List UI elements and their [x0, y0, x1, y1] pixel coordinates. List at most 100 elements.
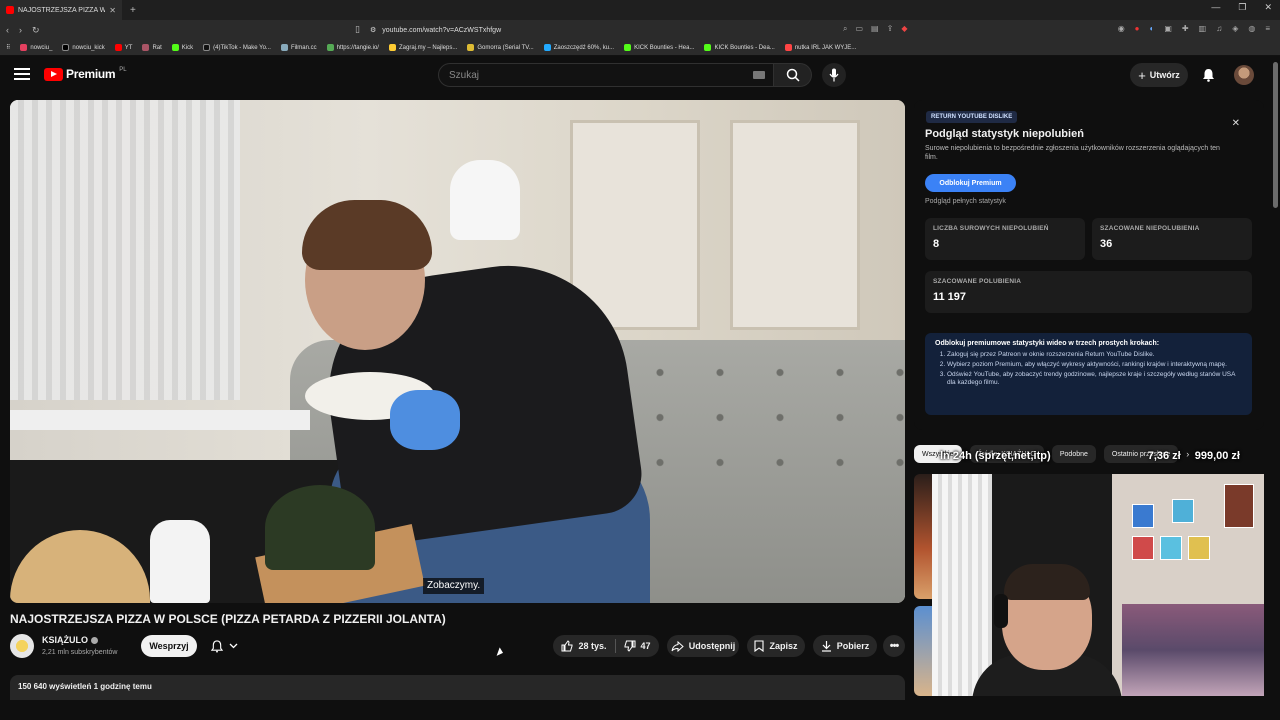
- description-box[interactable]: 150 640 wyświetleń 1 godzinę temu: [10, 675, 905, 700]
- screenshot-icon[interactable]: ▭: [855, 24, 863, 34]
- browser-tab-bar: NAJOSTRZEJSZA PIZZA W PO ✕ + — ❐ ✕: [0, 0, 1280, 20]
- create-button[interactable]: + Utwórz: [1130, 63, 1188, 87]
- webcam-person-hair: [1004, 564, 1090, 600]
- like-dislike-group: 28 tys. 47: [553, 635, 659, 657]
- like-button[interactable]: 28 tys.: [561, 640, 607, 652]
- webcam-painting: [1172, 499, 1194, 523]
- share-page-icon[interactable]: ⇪: [887, 24, 894, 34]
- wallet-icon[interactable]: ◈: [1232, 24, 1238, 33]
- verified-icon: [91, 636, 98, 644]
- unlock-premium-button[interactable]: Odblokuj Premium: [925, 174, 1016, 192]
- sidebar-icon[interactable]: ▥: [1199, 24, 1207, 33]
- bookmark-item[interactable]: Zagraj.my – Najleps...: [388, 44, 457, 51]
- bookmark-item[interactable]: Zaoszczędź 60%, ku...: [543, 44, 614, 51]
- video-player[interactable]: [10, 100, 905, 603]
- bookmark-item[interactable]: https://tangie.io/: [326, 44, 379, 51]
- extension-icon[interactable]: ◉: [1118, 24, 1125, 33]
- bookmark-item[interactable]: Gomorra (Serial TV...: [467, 44, 534, 51]
- restore-icon[interactable]: ❐: [1238, 2, 1246, 13]
- more-actions-button[interactable]: •••: [883, 635, 905, 657]
- bookmark-favicon-icon: [467, 44, 475, 51]
- video-frame-table: [10, 410, 310, 430]
- video-frame-glove: [390, 390, 460, 450]
- extension-icon[interactable]: ◐: [1150, 24, 1155, 33]
- dislike-button[interactable]: 47: [624, 640, 651, 652]
- bookmark-favicon-icon: [280, 44, 288, 51]
- subscription-notifications-button[interactable]: [203, 635, 245, 657]
- search-button[interactable]: [774, 63, 812, 87]
- reload-icon[interactable]: ↻: [32, 25, 40, 36]
- close-icon[interactable]: ✕: [1232, 118, 1240, 129]
- menu-icon[interactable]: [14, 68, 30, 80]
- bookmark-item[interactable]: Filman.cc: [280, 44, 317, 51]
- ryd-steps-box: Odblokuj premiumowe statystyki wideo w t…: [925, 333, 1252, 415]
- menu-icon[interactable]: ≡: [1265, 24, 1270, 33]
- browser-tab[interactable]: NAJOSTRZEJSZA PIZZA W PO ✕: [0, 0, 122, 20]
- step-item: Zaloguj się przez Patreon w oknie rozsze…: [947, 351, 1242, 359]
- download-icon: [821, 641, 831, 652]
- bookmark-favicon-icon: [142, 44, 150, 51]
- overlay-goal-target: 999,00 zł: [1194, 450, 1240, 462]
- channel-name[interactable]: KSIĄŻULO: [42, 635, 98, 645]
- youtube-logo-icon: [44, 67, 63, 81]
- vpn-icon[interactable]: ◍: [1248, 24, 1255, 33]
- close-window-icon[interactable]: ✕: [1264, 2, 1272, 13]
- youtube-premium-logo[interactable]: Premium PL: [44, 67, 127, 81]
- share-button[interactable]: Udostępnij: [667, 635, 739, 657]
- video-frame-can: [265, 485, 375, 570]
- headset-icon: [994, 594, 1008, 628]
- save-button[interactable]: Zapisz: [747, 635, 805, 657]
- bookmark-item[interactable]: KICK Bounties - Hea...: [624, 44, 694, 51]
- bookmark-item[interactable]: Kick: [171, 44, 193, 51]
- site-info-icon[interactable]: ⚙: [370, 26, 376, 34]
- bookmark-item[interactable]: nowciu_: [20, 44, 52, 51]
- microphone-icon: [829, 68, 839, 82]
- zoom-icon[interactable]: ⌕: [843, 24, 847, 34]
- minimize-icon[interactable]: —: [1211, 2, 1220, 13]
- page-scrollbar[interactable]: [1273, 62, 1278, 208]
- recommended-video-thumbnail[interactable]: [914, 606, 934, 696]
- recommended-video-thumbnail[interactable]: [914, 474, 934, 599]
- new-tab-button[interactable]: +: [122, 5, 144, 16]
- ryd-description: Surowe niepolubienia to bezpośrednie zgł…: [925, 145, 1220, 161]
- puzzle-icon[interactable]: ✚: [1182, 24, 1189, 33]
- bell-icon: [210, 639, 223, 652]
- bookmark-item[interactable]: YT: [114, 44, 132, 51]
- extension-icon[interactable]: ●: [1135, 24, 1140, 33]
- support-button[interactable]: Wesprzyj: [141, 635, 197, 657]
- voice-search-button[interactable]: [822, 63, 846, 87]
- channel-avatar[interactable]: [10, 634, 34, 658]
- account-avatar[interactable]: [1234, 65, 1254, 85]
- apps-icon[interactable]: ⠿: [6, 44, 10, 51]
- search-input[interactable]: Szukaj: [438, 63, 774, 87]
- stat-label: LICZBA SUROWYCH NIEPOLUBIEŃ: [933, 225, 1049, 232]
- bookmark-item[interactable]: Rat: [142, 44, 162, 51]
- video-subtitle: Zobaczymy.: [423, 578, 485, 594]
- bookmark-item[interactable]: nutka IRL JAK WYJE...: [784, 44, 856, 51]
- forward-icon[interactable]: ›: [19, 25, 22, 35]
- close-tab-icon[interactable]: ✕: [109, 6, 116, 15]
- back-icon[interactable]: ‹: [6, 25, 9, 35]
- bookmark-item[interactable]: KICK Bounties - Dea...: [704, 44, 775, 51]
- bookmark-item[interactable]: nowciu_kick: [62, 44, 105, 51]
- bookmark-favicon-icon: [543, 44, 551, 51]
- bookmark-icon[interactable]: ▯: [355, 24, 360, 35]
- shield-icon[interactable]: ◆: [901, 24, 907, 34]
- extension-icon[interactable]: ▣: [1164, 24, 1172, 33]
- video-frame-cup: [150, 520, 210, 603]
- webcam-overlay: [932, 474, 1264, 696]
- keyboard-icon[interactable]: [753, 71, 765, 79]
- bookmark-item[interactable]: (4)TikTok - Make Yo...: [203, 44, 271, 51]
- share-icon: [671, 640, 684, 652]
- download-button[interactable]: Pobierz: [813, 635, 877, 657]
- url-field[interactable]: ⚙ youtube.com/watch?v=ACzWSTxhfgw: [370, 23, 910, 37]
- notifications-button[interactable]: [1198, 65, 1218, 85]
- music-icon[interactable]: ♫: [1216, 24, 1222, 33]
- split-icon[interactable]: ▤: [871, 24, 879, 34]
- steps-heading: Odblokuj premiumowe statystyki wideo w t…: [935, 340, 1160, 347]
- bookmark-favicon-icon: [171, 44, 179, 51]
- stat-value: 11 197: [933, 291, 967, 303]
- address-actions: ⌕ ▭ ▤ ⇪ ◆: [843, 24, 907, 34]
- search-placeholder: Szukaj: [449, 69, 480, 81]
- chevron-down-icon: [229, 643, 237, 649]
